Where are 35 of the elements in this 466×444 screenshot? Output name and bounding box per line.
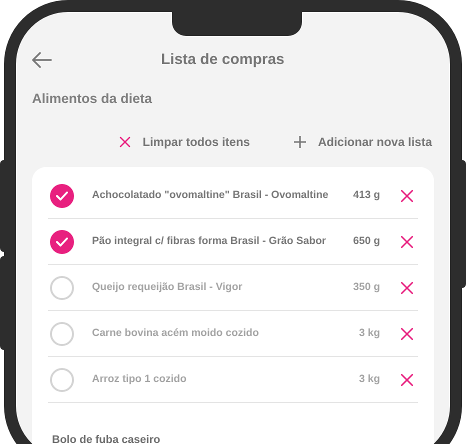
- item-name: Arroz tipo 1 cozido: [92, 372, 186, 387]
- item-checkbox[interactable]: [50, 184, 74, 208]
- item-name: Pão integral c/ fibras forma Brasil - Grão Sabor: [92, 234, 326, 249]
- remove-item-button[interactable]: [400, 326, 414, 340]
- item-quantity: 3 kg: [358, 372, 380, 387]
- item-name: Queijo requeijão Brasil - Vigor: [92, 280, 242, 295]
- back-arrow-icon[interactable]: [32, 52, 52, 68]
- close-icon: [118, 136, 131, 148]
- remove-item-button[interactable]: [400, 372, 414, 386]
- remove-item-button[interactable]: [400, 188, 414, 202]
- remove-item-button[interactable]: [400, 280, 414, 294]
- check-icon: [56, 236, 68, 246]
- item-quantity: 350 g: [353, 280, 380, 295]
- item-name: Carne bovina acém moido cozido: [92, 326, 259, 341]
- item-quantity: 413 g: [353, 188, 380, 203]
- item-quantity: 3 kg: [358, 326, 380, 341]
- close-icon: [400, 372, 414, 386]
- close-icon: [400, 326, 414, 340]
- screen-title: Lista de compras: [161, 50, 284, 70]
- plus-icon: [294, 136, 306, 148]
- item-name: Achocolatado "ovomaltine" Brasil - Ovomaltine: [92, 188, 328, 203]
- item-checkbox[interactable]: [50, 322, 74, 346]
- item-quantity: 650 g: [353, 234, 380, 249]
- item-checkbox[interactable]: [50, 230, 74, 254]
- section-title: Alimentos da dieta: [32, 91, 152, 106]
- remove-item-button[interactable]: [400, 234, 414, 248]
- close-icon: [400, 188, 414, 202]
- clear-items-button[interactable]: Limpar todos itens: [118, 133, 250, 151]
- close-icon: [400, 234, 414, 248]
- item-checkbox[interactable]: [50, 368, 74, 392]
- close-icon: [400, 280, 414, 294]
- check-icon: [56, 190, 68, 200]
- add-list-button[interactable]: Adicionar nova lista: [294, 133, 432, 151]
- recipe-title: Bolo de fuba caseiro: [52, 434, 160, 444]
- item-checkbox[interactable]: [50, 276, 74, 300]
